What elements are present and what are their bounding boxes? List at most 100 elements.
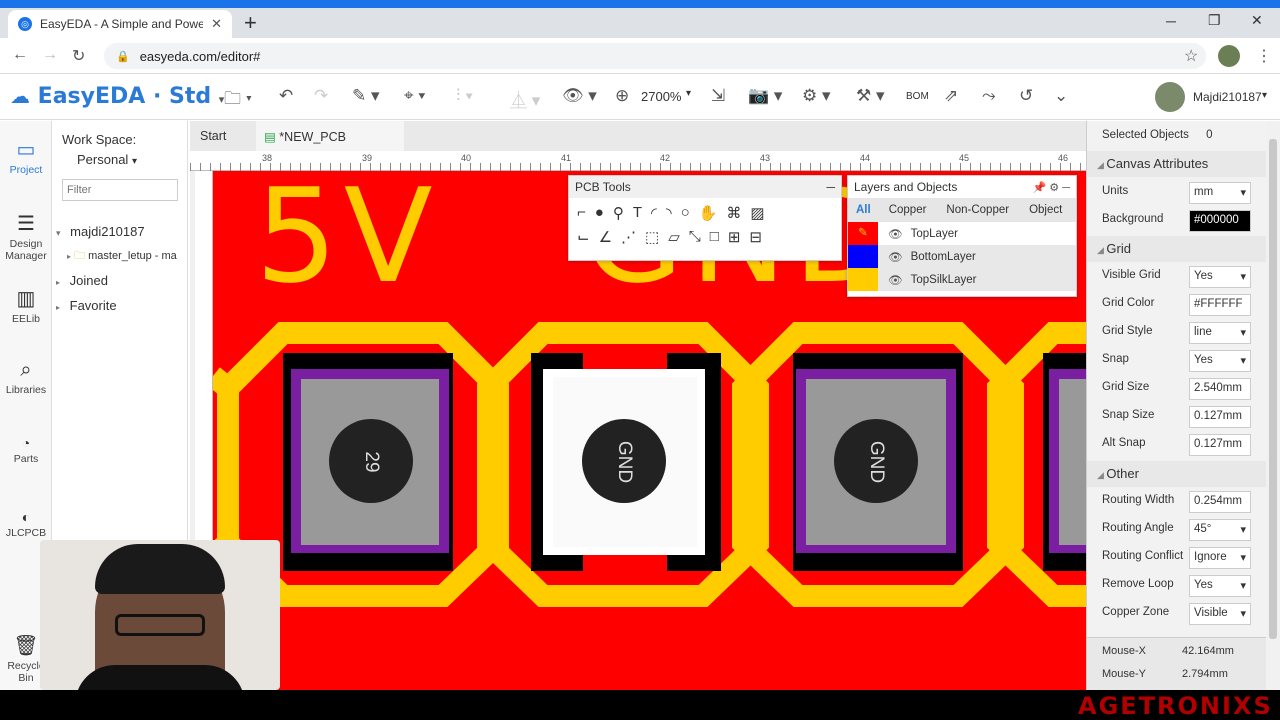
layers-tab-object[interactable]: Object bbox=[1019, 204, 1072, 216]
new-tab-button[interactable]: + bbox=[244, 10, 257, 36]
units-select[interactable]: mm bbox=[1189, 182, 1251, 204]
image-icon[interactable]: ▨ bbox=[750, 204, 764, 222]
sidebar-item-jlcpcb[interactable]: ◐ JLCPCB bbox=[0, 509, 52, 539]
sidebar-item-project[interactable]: ▭ Project bbox=[0, 137, 52, 176]
window-minimize-button[interactable]: ─ bbox=[1166, 13, 1176, 29]
routing-angle-select[interactable]: 45° bbox=[1189, 519, 1251, 541]
rectangle-icon[interactable]: □ bbox=[710, 228, 719, 246]
dimension-icon[interactable]: ⌙ bbox=[577, 228, 590, 246]
share-icon[interactable]: ⤳ bbox=[982, 86, 996, 106]
tab-new-pcb[interactable]: ▤ *NEW_PCB bbox=[256, 121, 404, 151]
sidebar-item-design-manager[interactable]: ☰ Design Manager bbox=[0, 211, 52, 262]
text-icon[interactable]: T bbox=[633, 204, 642, 222]
section-other[interactable]: ◢ Other bbox=[1087, 461, 1267, 487]
arc-icon[interactable]: ◜ bbox=[651, 204, 657, 222]
forward-arrow-icon[interactable]: → bbox=[42, 46, 58, 64]
layer-row-topsilk[interactable]: 👁 TopSilkLayer bbox=[848, 268, 1076, 291]
history-icon[interactable]: ↺ bbox=[1019, 86, 1033, 106]
copper-zone-select[interactable]: Visible bbox=[1189, 603, 1251, 625]
tree-folder[interactable]: ▸ 🗀 master_letup - ma bbox=[67, 247, 188, 266]
layer-row-bottom[interactable]: 👁 BottomLayer bbox=[848, 245, 1076, 268]
workspace-select[interactable]: Personal ▾ bbox=[77, 152, 137, 167]
fabrication-icon[interactable]: ⚒ ▾ bbox=[856, 86, 885, 106]
filter-input[interactable] bbox=[62, 179, 178, 201]
canvas-origin-icon[interactable]: ⊟ bbox=[749, 228, 762, 246]
back-arrow-icon[interactable]: ← bbox=[12, 46, 28, 64]
undo-icon[interactable]: ↶ bbox=[279, 86, 293, 106]
region-icon[interactable]: ▱ bbox=[668, 228, 680, 246]
section-canvas-attributes[interactable]: ◢ Canvas Attributes bbox=[1087, 151, 1267, 177]
grid-size-input[interactable]: 2.540mm bbox=[1189, 378, 1251, 400]
tree-favorite[interactable]: ▸ Favorite bbox=[56, 298, 117, 313]
measure-icon[interactable]: ⤡ bbox=[689, 228, 701, 246]
snap-size-input[interactable]: 0.127mm bbox=[1189, 406, 1251, 428]
minimize-icon[interactable]: ─ bbox=[1062, 182, 1070, 194]
tab-close-icon[interactable]: ✕ bbox=[211, 16, 222, 32]
window-close-button[interactable]: ✕ bbox=[1251, 12, 1263, 29]
via-icon[interactable]: ⚲ bbox=[613, 204, 624, 222]
scrollbar-thumb[interactable] bbox=[1269, 139, 1277, 639]
zoom-dropdown-icon[interactable]: ▾ bbox=[686, 88, 691, 99]
eye-icon[interactable]: 👁 bbox=[888, 250, 903, 264]
sidebar-item-eelib[interactable]: ▥ EELib bbox=[0, 286, 52, 325]
visible-grid-select[interactable]: Yes bbox=[1189, 266, 1251, 288]
user-avatar[interactable] bbox=[1155, 82, 1185, 112]
tree-user[interactable]: ▾ majdi210187 bbox=[56, 224, 145, 239]
hand-icon[interactable]: ✋ bbox=[699, 204, 718, 222]
section-grid[interactable]: ◢ Grid bbox=[1087, 236, 1267, 262]
browser-menu-icon[interactable]: ⋮ bbox=[1256, 46, 1272, 66]
angle-icon[interactable]: ∠ bbox=[599, 228, 612, 246]
reload-icon[interactable]: ↻ bbox=[72, 46, 85, 66]
hole-icon[interactable]: ⌘ bbox=[726, 204, 741, 222]
track-icon[interactable]: ⌐ bbox=[577, 204, 586, 222]
folder-icon[interactable]: 🗀 ▾ bbox=[224, 86, 252, 115]
remove-loop-select[interactable]: Yes bbox=[1189, 575, 1251, 597]
collapse-chevron-icon[interactable]: ⌄ bbox=[1054, 86, 1068, 106]
background-color-input[interactable]: #000000 bbox=[1189, 210, 1251, 232]
routing-width-input[interactable]: 0.254mm bbox=[1189, 491, 1251, 513]
export-icon[interactable]: ⇗ bbox=[944, 86, 958, 106]
easyeda-logo[interactable]: ☁ EasyEDA · Std ▾ bbox=[10, 84, 224, 109]
rect-select-icon[interactable]: ⬚ bbox=[645, 228, 659, 246]
window-restore-button[interactable]: ❐ bbox=[1208, 12, 1221, 29]
alt-snap-input[interactable]: 0.127mm bbox=[1189, 434, 1251, 456]
tree-joined[interactable]: ▸ Joined bbox=[56, 273, 108, 288]
user-dropdown-icon[interactable]: ▾ bbox=[1262, 90, 1267, 101]
pin-icon[interactable]: 📌 bbox=[1033, 182, 1047, 194]
align-icon[interactable]: ⫶ ▾ bbox=[456, 86, 473, 106]
layers-tab-all[interactable]: All bbox=[848, 204, 879, 216]
pad-icon[interactable]: ● bbox=[595, 204, 604, 222]
layers-tab-copper[interactable]: Copper bbox=[879, 204, 937, 216]
camera-icon[interactable]: 📷 ▾ bbox=[748, 86, 782, 106]
grid-color-input[interactable]: #FFFFFF bbox=[1189, 294, 1251, 316]
import-icon[interactable]: ⇲ bbox=[711, 86, 725, 106]
connect-icon[interactable]: ⋰ bbox=[621, 228, 636, 246]
silk-label-5v[interactable]: 5V bbox=[255, 171, 439, 301]
snap-select[interactable]: Yes bbox=[1189, 350, 1251, 372]
zoom-icon[interactable]: ⊕ bbox=[615, 86, 629, 106]
url-field[interactable]: 🔒 easyeda.com/editor# bbox=[104, 43, 1206, 69]
browser-tab[interactable]: ◎ EasyEDA - A Simple and Powerfu ✕ bbox=[8, 10, 232, 38]
flip-icon[interactable]: ⏅ ▾ bbox=[510, 86, 540, 111]
sidebar-item-libraries[interactable]: ⌕ Libraries bbox=[0, 359, 52, 396]
eye-icon[interactable]: 👁 bbox=[888, 273, 903, 287]
circle-icon[interactable]: ○ bbox=[681, 204, 690, 222]
view-eye-icon[interactable]: 👁 ▾ bbox=[562, 86, 597, 106]
tab-start[interactable]: Start bbox=[200, 129, 226, 143]
routing-conflict-select[interactable]: Ignore bbox=[1189, 547, 1251, 569]
share-route-icon[interactable]: ⚙ ▾ bbox=[802, 86, 831, 106]
layers-tab-non-copper[interactable]: Non-Copper bbox=[936, 204, 1019, 216]
layer-row-top[interactable]: ✎ 👁 TopLayer bbox=[848, 222, 1076, 245]
settings-gear-icon[interactable]: ⚙ bbox=[1049, 182, 1059, 194]
pencil-icon[interactable]: ✎ ▾ bbox=[352, 86, 380, 106]
bookmark-star-icon[interactable]: ☆ bbox=[1184, 46, 1198, 66]
user-name[interactable]: Majdi210187 bbox=[1193, 90, 1262, 104]
grid-style-select[interactable]: line bbox=[1189, 322, 1251, 344]
copper-area-icon[interactable]: ⊞ bbox=[728, 228, 741, 246]
eye-icon[interactable]: 👁 bbox=[888, 227, 903, 241]
properties-scrollbar[interactable] bbox=[1266, 121, 1280, 690]
redo-icon[interactable]: ↷ bbox=[314, 86, 328, 106]
arc2-icon[interactable]: ◝ bbox=[666, 204, 672, 222]
minimize-icon[interactable]: ─ bbox=[826, 180, 835, 194]
zoom-level[interactable]: 2700% bbox=[641, 89, 681, 104]
